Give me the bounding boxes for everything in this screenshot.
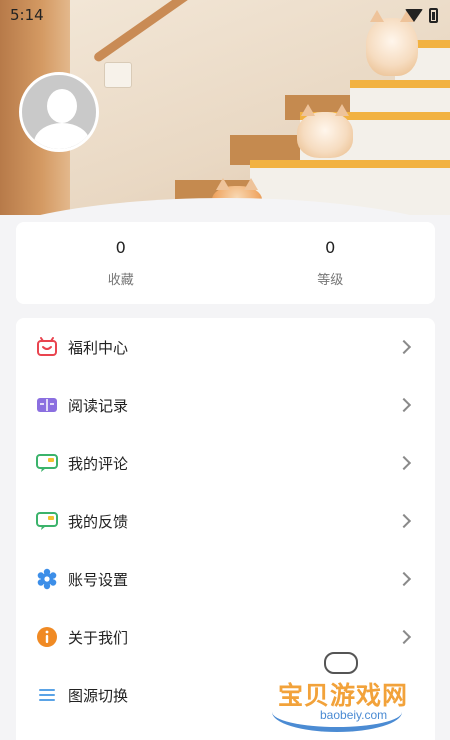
- menu-item-my-feedback[interactable]: 我的反馈: [16, 492, 435, 550]
- chevron-right-icon: [396, 513, 412, 529]
- status-icons: [405, 7, 438, 23]
- battery-icon: [429, 7, 438, 23]
- gift-icon: [37, 337, 57, 356]
- gamepad-icon: [324, 652, 358, 674]
- watermark-logo: 宝贝游戏网 baobeiy.com: [272, 652, 422, 732]
- menu-item-my-comments[interactable]: 我的评论: [16, 434, 435, 492]
- gear-icon: [37, 568, 57, 590]
- feedback-icon: [36, 512, 58, 530]
- stat-value: 0: [325, 238, 336, 257]
- list-icon: [39, 689, 55, 701]
- stat-label: 收藏: [107, 273, 134, 288]
- stat-label: 等级: [317, 273, 344, 288]
- menu-item-label: 我的评论: [68, 454, 129, 473]
- menu-item-label: 我的反馈: [68, 512, 129, 531]
- chevron-right-icon: [396, 571, 412, 587]
- chevron-right-icon: [396, 339, 412, 355]
- book-icon: [37, 398, 57, 412]
- menu-item-account-settings[interactable]: 账号设置: [16, 550, 435, 608]
- kitten-image: [297, 104, 353, 158]
- chevron-right-icon: [396, 455, 412, 471]
- stats-card: 0 收藏 0 等级: [16, 222, 435, 304]
- stat-favorites[interactable]: 0 收藏: [16, 222, 226, 304]
- banner-light-switch: [104, 62, 132, 88]
- avatar-body-shape: [34, 123, 90, 149]
- chevron-right-icon: [396, 397, 412, 413]
- chevron-right-icon: [396, 629, 412, 645]
- menu-item-label: 福利中心: [68, 338, 129, 357]
- menu-item-reading-history[interactable]: 阅读记录: [16, 376, 435, 434]
- stair-step: [350, 80, 450, 112]
- stat-level[interactable]: 0 等级: [226, 222, 436, 304]
- default-avatar-icon: [47, 89, 77, 123]
- menu-item-label: 账号设置: [68, 570, 129, 589]
- avatar[interactable]: [19, 72, 99, 152]
- menu-item-welfare-center[interactable]: 福利中心: [16, 318, 435, 376]
- stat-value: 0: [115, 238, 126, 257]
- watermark-text: 宝贝游戏网: [278, 681, 409, 710]
- status-bar: 5:14: [0, 0, 450, 30]
- status-time: 5:14: [10, 6, 44, 24]
- info-icon: [37, 627, 57, 647]
- wifi-icon: [405, 8, 423, 22]
- menu-item-label: 关于我们: [68, 628, 129, 647]
- watermark-url: baobeiy.com: [320, 708, 388, 722]
- comment-icon: [36, 454, 58, 472]
- menu-item-label: 阅读记录: [68, 396, 129, 415]
